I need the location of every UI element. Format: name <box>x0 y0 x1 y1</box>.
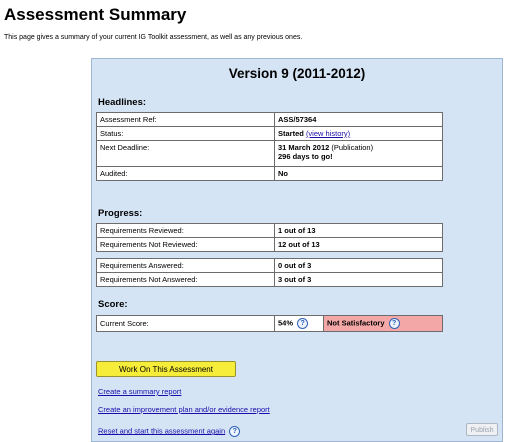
table-row: Current Score: 54% ? Not Satisfactory ? <box>96 315 443 332</box>
not-answered-value: 3 out of 3 <box>274 272 443 287</box>
headlines-table: Assessment Ref: ASS/57364 Status: Starte… <box>96 112 443 181</box>
status-label: Status: <box>96 126 275 141</box>
answered-label: Requirements Answered: <box>96 258 275 273</box>
help-icon[interactable]: ? <box>297 318 309 329</box>
score-rating: Not Satisfactory <box>327 318 385 328</box>
audited-label: Audited: <box>96 166 275 181</box>
progress-heading: Progress: <box>98 208 143 219</box>
score-table: Current Score: 54% ? Not Satisfactory ? <box>96 315 443 332</box>
current-score-label: Current Score: <box>96 315 275 332</box>
next-deadline-value: 31 March 2012 <box>278 143 330 152</box>
table-row: Next Deadline: 31 March 2012 (Publicatio… <box>96 140 443 167</box>
help-icon[interactable]: ? <box>229 426 241 437</box>
next-deadline-note: (Publication) <box>331 143 374 152</box>
assessment-panel: Version 9 (2011-2012) Headlines: Assessm… <box>91 58 503 442</box>
table-row: Requirements Not Answered: 3 out of 3 <box>96 272 443 287</box>
table-row: Assessment Ref: ASS/57364 <box>96 112 443 127</box>
reviewed-label: Requirements Reviewed: <box>96 223 275 238</box>
view-history-link[interactable]: (view history) <box>306 129 350 138</box>
not-reviewed-label: Requirements Not Reviewed: <box>96 237 275 252</box>
not-reviewed-value: 12 out of 13 <box>274 237 443 252</box>
current-score-cell: 54% ? <box>274 315 324 332</box>
headlines-heading: Headlines: <box>98 97 147 108</box>
table-row: Requirements Not Reviewed: 12 out of 13 <box>96 237 443 252</box>
table-row: Status: Started (view history) <box>96 126 443 141</box>
page-intro: This page gives a summary of your curren… <box>4 34 303 41</box>
status-cell: Started (view history) <box>274 126 443 141</box>
improvement-plan-link[interactable]: Create an improvement plan and/or eviden… <box>98 405 270 414</box>
publish-button: Publish <box>466 423 498 436</box>
table-row: Requirements Reviewed: 1 out of 13 <box>96 223 443 238</box>
assessment-ref-value: ASS/57364 <box>274 112 443 127</box>
status-value: Started <box>278 129 304 138</box>
reset-assessment-row: Reset and start this assessment again ? <box>98 426 241 437</box>
score-heading: Score: <box>98 299 128 310</box>
table-row: Requirements Answered: 0 out of 3 <box>96 258 443 273</box>
days-to-go: 296 days to go! <box>278 152 333 161</box>
review-progress-table: Requirements Reviewed: 1 out of 13 Requi… <box>96 223 443 252</box>
current-score-value: 54% <box>278 318 294 328</box>
page-title: Assessment Summary <box>4 5 187 24</box>
answered-value: 0 out of 3 <box>274 258 443 273</box>
audited-value: No <box>274 166 443 181</box>
reviewed-value: 1 out of 13 <box>274 223 443 238</box>
next-deadline-cell: 31 March 2012 (Publication) 296 days to … <box>274 140 443 167</box>
table-row: Audited: No <box>96 166 443 181</box>
version-title: Version 9 (2011-2012) <box>228 66 366 81</box>
summary-report-link[interactable]: Create a summary report <box>98 387 181 396</box>
assessment-ref-label: Assessment Ref: <box>96 112 275 127</box>
help-icon[interactable]: ? <box>388 318 400 329</box>
next-deadline-label: Next Deadline: <box>96 140 275 167</box>
work-on-assessment-button[interactable]: Work On This Assessment <box>96 361 236 377</box>
reset-assessment-link[interactable]: Reset and start this assessment again <box>98 426 225 435</box>
answer-progress-table: Requirements Answered: 0 out of 3 Requir… <box>96 258 443 287</box>
score-rating-cell: Not Satisfactory ? <box>323 315 443 332</box>
not-answered-label: Requirements Not Answered: <box>96 272 275 287</box>
